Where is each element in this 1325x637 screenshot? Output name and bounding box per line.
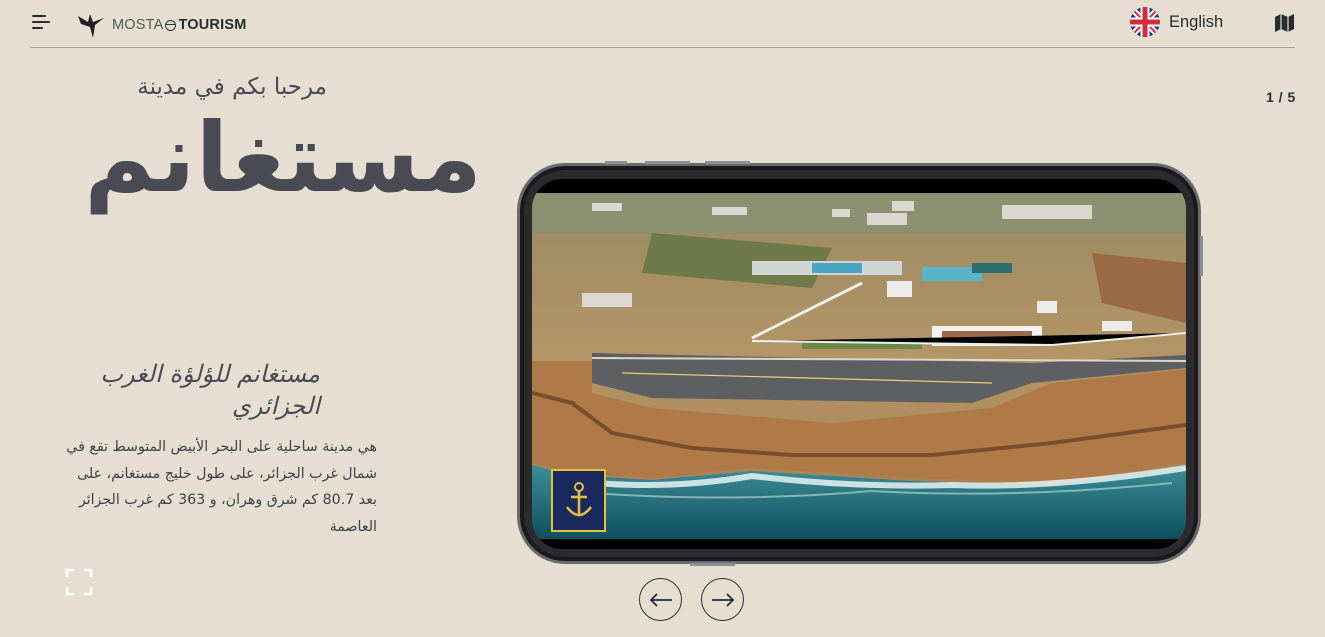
- welcome-heading: مرحبا بكم في مدينة: [137, 74, 327, 100]
- anchor-emblem: [551, 469, 606, 532]
- phone-mockup: [517, 161, 1203, 566]
- logo-globe-icon: [165, 19, 177, 31]
- phone-screen: [532, 179, 1186, 549]
- logo-text-bold: TOURISM: [178, 17, 247, 33]
- phone-button: [1200, 236, 1203, 276]
- swallow-bird-logo: [78, 14, 104, 38]
- top-header: MOSTA TOURISM English: [30, 0, 1295, 48]
- language-label: English: [1169, 12, 1224, 31]
- logo-text-light: MOSTA: [112, 17, 164, 33]
- language-switcher[interactable]: English: [1130, 7, 1223, 37]
- coastline-aerial-photo: [532, 193, 1186, 539]
- city-title: مستغانم: [84, 102, 482, 214]
- prev-slide-button[interactable]: [639, 578, 682, 621]
- map-icon[interactable]: [1274, 13, 1295, 33]
- phone-button: [605, 161, 627, 164]
- section-description: هي مدينة ساحلية على البحر الأبيض المتوسط…: [66, 439, 377, 535]
- phone-button: [690, 563, 735, 566]
- arrow-right-icon: [711, 592, 734, 607]
- slide-counter: 1 / 5: [1266, 89, 1296, 105]
- menu-icon[interactable]: [32, 14, 50, 30]
- site-logo[interactable]: MOSTA TOURISM: [76, 10, 246, 40]
- section-subtitle: مستغانم للؤلؤة الغرب الجزائري: [100, 360, 320, 420]
- next-slide-button[interactable]: [701, 578, 744, 621]
- phone-button: [645, 161, 690, 164]
- fullscreen-icon[interactable]: [65, 568, 93, 596]
- phone-button: [705, 161, 750, 164]
- logo-text: MOSTA TOURISM: [112, 17, 246, 33]
- uk-flag-icon: [1130, 7, 1160, 37]
- arrow-left-icon: [649, 592, 672, 607]
